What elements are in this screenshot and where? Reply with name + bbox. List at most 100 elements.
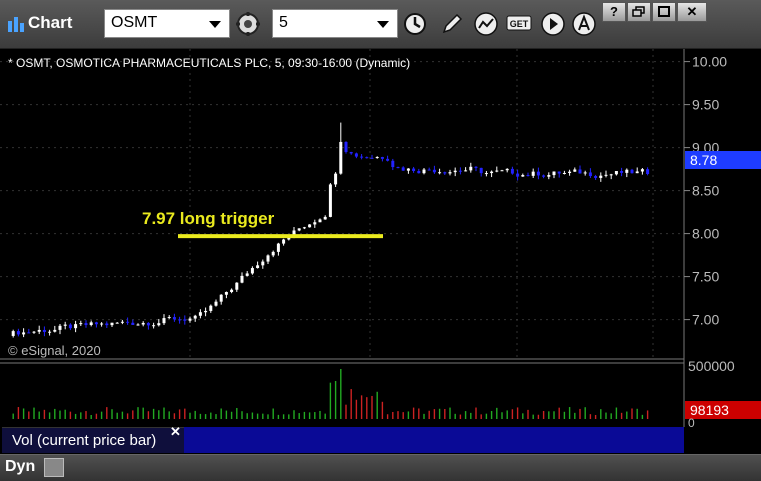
candle-body	[495, 170, 499, 172]
candle-body	[328, 184, 332, 217]
studies-button[interactable]	[472, 10, 500, 38]
volume-bar	[272, 408, 274, 419]
volume-bar	[236, 408, 238, 419]
symbol-settings-button[interactable]	[234, 10, 262, 38]
volume-bar	[438, 408, 441, 419]
toolbar: Chart OSMT 5 GET ? ✕	[0, 0, 761, 49]
volume-bar	[412, 407, 415, 419]
candle-body	[271, 251, 275, 256]
volume-bar	[542, 411, 545, 419]
candle-body	[521, 175, 525, 177]
volume-bar	[142, 407, 144, 419]
close-icon[interactable]: ✕	[170, 424, 181, 440]
volume-bar	[636, 408, 638, 419]
volume-bar	[501, 412, 503, 419]
time-template-button[interactable]	[401, 10, 429, 38]
volume-bar	[314, 412, 316, 419]
candle-body	[84, 323, 88, 325]
volume-bar	[527, 409, 529, 419]
volume-study-label[interactable]: Vol (current price bar)	[2, 427, 184, 453]
volume-bar	[298, 413, 300, 419]
candle-body	[432, 169, 436, 173]
candle-body	[235, 282, 239, 290]
candle-body	[261, 261, 265, 266]
candle-body	[604, 174, 608, 176]
volume-bar	[449, 407, 451, 419]
candle-body	[620, 171, 624, 173]
candle-body	[484, 173, 488, 175]
price-tick-label: 9.50	[692, 97, 719, 113]
volume-bar	[480, 414, 482, 419]
last-price-value: 8.78	[690, 152, 717, 168]
maximize-button[interactable]	[652, 2, 676, 22]
candle-body	[94, 322, 98, 325]
candle-body	[282, 239, 286, 244]
candle-body	[27, 332, 31, 334]
help-button[interactable]: ?	[602, 2, 626, 22]
volume-bar	[506, 410, 508, 419]
candle-body	[625, 169, 629, 173]
volume-bar	[303, 411, 306, 419]
volume-bar	[106, 407, 108, 419]
volume-bar	[470, 412, 472, 419]
play-button[interactable]	[539, 10, 567, 38]
get-data-button[interactable]: GET	[505, 10, 533, 38]
candle-body	[308, 224, 312, 228]
volume-bar	[85, 411, 87, 419]
price-tick-label: 8.50	[692, 183, 719, 199]
interval-value: 5	[279, 14, 288, 31]
candle-body	[365, 157, 369, 159]
volume-bar	[646, 410, 649, 419]
candle-body	[422, 169, 426, 174]
volume-bar	[360, 395, 363, 419]
volume-bar	[95, 413, 98, 419]
price-chart[interactable]: 10.009.509.008.508.007.507.00 1012:0014:…	[0, 49, 761, 454]
candle-body	[599, 175, 603, 178]
candle-body	[458, 170, 462, 172]
candle-body	[131, 322, 135, 325]
candle-body	[370, 157, 374, 159]
candle-body	[146, 322, 150, 326]
draw-tool-button[interactable]	[438, 10, 466, 38]
candle-body	[323, 216, 327, 220]
volume-bar	[111, 409, 113, 419]
candle-body	[79, 323, 83, 325]
candle-body	[380, 157, 384, 159]
candle-body	[167, 317, 171, 319]
volume-bar	[522, 413, 524, 419]
candle-body	[334, 173, 338, 185]
volume-bar	[397, 411, 399, 419]
dynamic-mode-label[interactable]: Dyn	[5, 458, 35, 476]
candle-body	[354, 153, 358, 157]
candle-body	[594, 176, 598, 178]
trigger-label: 7.97 long trigger	[142, 209, 275, 228]
status-bar: Dyn	[0, 454, 761, 481]
volume-bar	[277, 414, 280, 419]
volume-bar	[568, 407, 571, 419]
volume-bar	[350, 389, 352, 419]
volume-bar	[584, 407, 586, 419]
lock-icon[interactable]	[44, 458, 64, 477]
candle-body	[256, 265, 260, 269]
volume-bar	[548, 411, 550, 419]
candle-body	[640, 169, 644, 172]
volume-study-text: Vol (current price bar)	[12, 432, 157, 449]
interval-combo[interactable]: 5	[272, 9, 398, 38]
alert-button[interactable]	[570, 10, 598, 38]
candle-body	[53, 329, 57, 332]
volume-bar	[38, 411, 40, 419]
candle-body	[360, 156, 364, 158]
candle-body	[250, 268, 254, 274]
chart-title: * OSMT, OSMOTICA PHARMACEUTICALS PLC, 5,…	[8, 56, 410, 70]
symbol-combo[interactable]: OSMT	[104, 9, 230, 38]
volume-bar	[246, 413, 248, 419]
volume-bar	[428, 410, 430, 419]
volume-bar	[626, 411, 628, 419]
close-button[interactable]: ✕	[677, 2, 707, 22]
restore-button[interactable]	[627, 2, 651, 22]
candle-body	[48, 331, 52, 333]
candle-body	[375, 157, 379, 159]
candle-body	[396, 167, 400, 169]
volume-bar	[48, 412, 51, 419]
volume-bar	[407, 411, 410, 419]
